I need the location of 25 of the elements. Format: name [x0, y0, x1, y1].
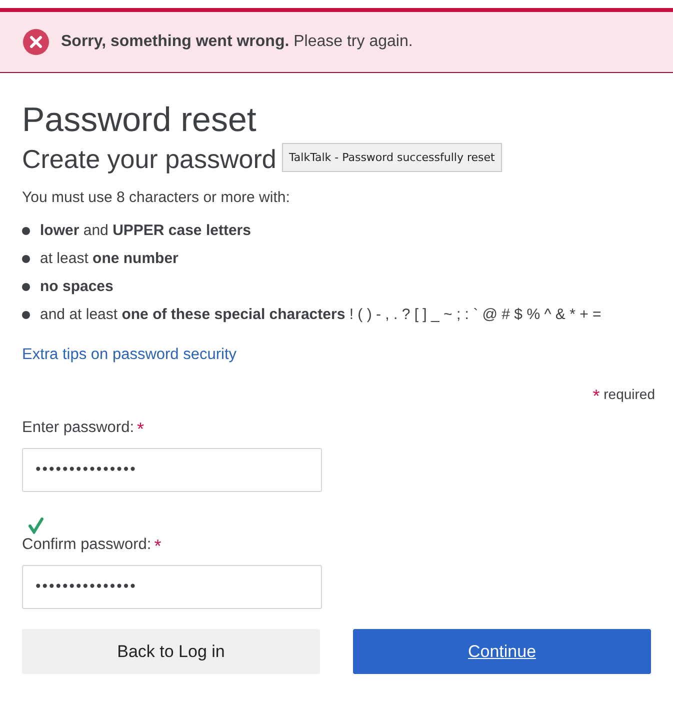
tips-link[interactable]: Extra tips on password security: [22, 346, 237, 364]
rule-text: and at least one of these special characters ! ( ) - , . ? [ ] _ ~ ; : ` @ # $ % ^ & * + =: [40, 306, 602, 323]
password-field[interactable]: •••••••••••••••: [22, 565, 322, 609]
bullet-icon: [22, 310, 30, 318]
required-asterisk: *: [592, 386, 600, 407]
error-icon: [23, 29, 49, 55]
continue-button[interactable]: Continue: [353, 629, 651, 674]
page-title: Password reset: [22, 101, 258, 140]
required-note: required: [602, 386, 655, 404]
field-label: Enter password:: [22, 419, 134, 437]
intro-text: You must use 8 characters or more with:: [22, 189, 291, 206]
required-asterisk: *: [154, 536, 162, 557]
required-asterisk: *: [137, 419, 144, 440]
back-button[interactable]: Back to Log in: [22, 629, 320, 674]
bullet-icon: [22, 226, 30, 234]
rule-text: no spaces: [40, 278, 114, 295]
password-field[interactable]: •••••••••••••••: [22, 448, 322, 492]
page-subtitle: Create your password: [22, 144, 276, 175]
rule-text: at least one number: [40, 250, 178, 267]
tooltip: TalkTalk - Password successfully reset: [282, 143, 502, 172]
rule-text: lower and UPPER case letters: [40, 222, 251, 239]
field-label: Confirm password:: [22, 536, 152, 554]
bullet-icon: [22, 282, 30, 290]
error-message: Sorry, something went wrong. Please try again.: [61, 33, 413, 51]
bullet-icon: [22, 254, 30, 262]
